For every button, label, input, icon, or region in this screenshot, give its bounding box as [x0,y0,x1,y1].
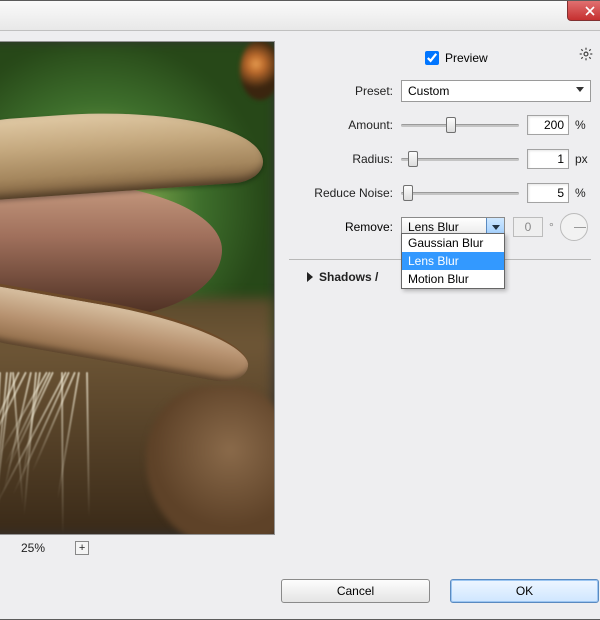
controls-panel: Preview Preset: Custom Amount: 200 % Rad… [289,41,600,619]
preview-checkbox-row: Preview [425,51,591,65]
gear-icon[interactable] [579,47,593,61]
amount-row: Amount: 200 % [289,111,591,139]
noise-slider[interactable] [401,184,519,202]
remove-row: Remove: Lens Blur 0 ° Gaussian Blur Lens… [289,213,591,241]
preview-image[interactable] [0,41,275,535]
zoom-bar: 25% + [0,535,275,555]
dialog-content: 25% + Preview Preset: Custom Amount: [0,31,600,619]
radius-input[interactable]: 1 [527,149,569,169]
remove-dropdown-list: Gaussian Blur Lens Blur Motion Blur [401,233,505,289]
amount-label: Amount: [289,118,401,132]
preview-checkbox-label: Preview [445,51,488,65]
preview-pane: 25% + [0,41,275,619]
amount-input[interactable]: 200 [527,115,569,135]
cancel-button[interactable]: Cancel [281,579,430,603]
close-button[interactable] [567,1,600,21]
preset-value: Custom [408,84,449,98]
noise-unit: % [569,186,591,200]
chevron-down-icon [576,87,584,92]
angle-input: 0 [513,217,543,237]
triangle-right-icon [307,272,313,282]
radius-unit: px [569,152,591,166]
remove-label: Remove: [289,220,401,234]
dialog-window: 25% + Preview Preset: Custom Amount: [0,0,600,620]
preset-label: Preset: [289,84,401,98]
preset-dropdown[interactable]: Custom [401,80,591,102]
remove-value: Lens Blur [408,220,459,234]
remove-option-lens[interactable]: Lens Blur [402,252,504,270]
angle-dial [560,213,588,241]
noise-row: Reduce Noise: 5 % [289,179,591,207]
degree-symbol: ° [543,220,560,234]
noise-input[interactable]: 5 [527,183,569,203]
close-icon [585,6,595,16]
remove-option-motion[interactable]: Motion Blur [402,270,504,288]
preview-checkbox[interactable] [425,51,439,65]
radius-label: Radius: [289,152,401,166]
zoom-percent: 25% [21,541,45,555]
amount-slider[interactable] [401,116,519,134]
amount-unit: % [569,118,591,132]
ok-button[interactable]: OK [450,579,599,603]
dialog-buttons: Cancel OK [281,579,599,603]
radius-slider[interactable] [401,150,519,168]
zoom-in-button[interactable]: + [75,541,89,555]
noise-label: Reduce Noise: [289,186,401,200]
preset-row: Preset: Custom [289,77,591,105]
remove-option-gaussian[interactable]: Gaussian Blur [402,234,504,252]
titlebar [0,1,600,31]
radius-row: Radius: 1 px [289,145,591,173]
shadows-section-title: Shadows / [319,270,378,284]
preview-scene [0,42,274,534]
